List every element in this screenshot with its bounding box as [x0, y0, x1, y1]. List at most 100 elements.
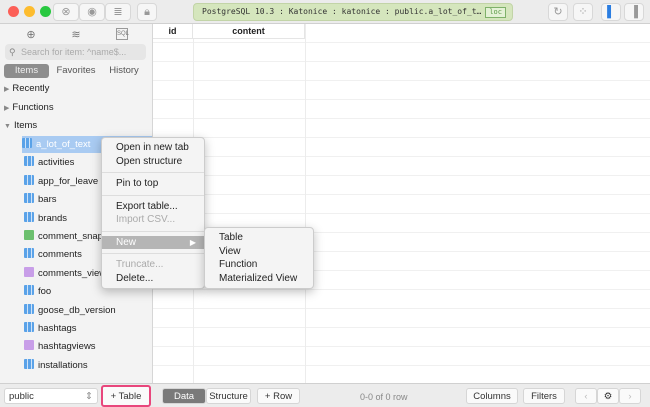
disclosure-right-icon: ▶ — [4, 86, 10, 93]
item-label: comments_view — [38, 267, 107, 279]
sidebar-item[interactable]: hashtags — [24, 320, 154, 337]
menu-separator — [102, 230, 204, 232]
table-icon — [24, 248, 34, 259]
schema-value: public — [9, 391, 34, 402]
menu-item[interactable]: Open in new tab — [102, 141, 204, 155]
group-recently[interactable]: ▶ Recently — [4, 83, 49, 94]
connection-label: PostgreSQL 10.3 : Katonice : katonice : … — [202, 7, 482, 16]
item-label: hashtagviews — [38, 341, 96, 353]
item-label: installations — [38, 359, 88, 371]
submenu-arrow-icon: ▶ — [189, 237, 196, 247]
table-icon — [24, 322, 34, 332]
view-icon — [24, 340, 34, 351]
item-label: bars — [38, 194, 57, 206]
table-icon — [22, 138, 32, 148]
columns-button[interactable]: Columns — [466, 388, 518, 404]
new-submenu: Table View Function Materialized View — [204, 227, 314, 289]
menu-item-label: Truncate... — [116, 259, 164, 270]
menu-separator — [102, 253, 204, 254]
submenu-item[interactable]: Table — [205, 231, 313, 245]
gear-icon[interactable]: ⚙ — [597, 388, 619, 404]
table-icon — [24, 174, 34, 185]
submenu-item[interactable]: View — [205, 245, 313, 259]
menu-item: Truncate... — [102, 258, 204, 272]
item-label: activities — [38, 157, 75, 169]
add-table-button[interactable]: + Table — [101, 385, 151, 407]
sidebar-item[interactable]: installations — [24, 357, 154, 374]
item-label: brands — [38, 212, 68, 224]
bottom-bar: public ⇕ + Table Data Structure + Row 0-0… — [0, 383, 650, 407]
toggle-right-panel-icon[interactable]: ▐ — [624, 3, 644, 21]
menu-item[interactable]: Pin to top — [102, 177, 204, 191]
connection-icon[interactable]: ⊕ — [25, 28, 37, 41]
row-count: 0-0 of 0 row — [360, 392, 408, 402]
disclosure-down-icon: ▼ — [4, 123, 11, 130]
item-label: app_for_leave — [38, 175, 99, 187]
menu-item[interactable]: Open structure — [102, 155, 204, 169]
matview-icon — [24, 230, 34, 240]
grid-icon[interactable]: ⁘ — [573, 3, 593, 21]
disclosure-right-icon: ▶ — [4, 105, 10, 112]
item-label: comments — [38, 249, 82, 261]
item-label: comment_snap — [38, 231, 103, 242]
stop-icon[interactable]: ⊗ — [53, 3, 79, 21]
menu-item-label: Pin to top — [116, 178, 159, 189]
menu-item[interactable]: New ▶ — [102, 235, 204, 249]
sidebar-item[interactable]: goose_db_version — [24, 302, 154, 319]
close-window-button[interactable] — [8, 6, 19, 17]
menu-item-label: New — [116, 236, 137, 248]
tab-data[interactable]: Data — [162, 388, 206, 404]
menu-item-label: Open structure — [116, 155, 183, 167]
search-placeholder: Search for item: ^name$... — [21, 47, 127, 57]
menu-item: Import CSV... — [102, 213, 204, 227]
stepper-icon: ⇕ — [85, 391, 93, 402]
table-icon — [24, 303, 34, 314]
minimize-window-button[interactable] — [24, 6, 35, 17]
menu-item[interactable]: Export table... — [102, 200, 204, 214]
sql-icon[interactable]: SQL — [116, 28, 129, 40]
database-icon[interactable]: ≋ — [70, 28, 82, 41]
context-menu: Open in new tab Open structure Pin to top E… — [101, 137, 205, 289]
view-icon — [24, 266, 34, 277]
item-label: foo — [38, 286, 52, 298]
menu-item[interactable]: Delete... — [102, 272, 204, 286]
sql-editor-icon[interactable]: ≣ — [105, 3, 131, 21]
zoom-window-button[interactable] — [40, 6, 51, 17]
add-row-button[interactable]: + Row — [257, 388, 300, 404]
preview-eye-icon[interactable]: ◉ — [79, 3, 105, 21]
tab-structure[interactable]: Structure — [206, 388, 251, 404]
group-label: Items — [13, 120, 38, 131]
column-header-content[interactable]: content — [193, 24, 305, 39]
menu-item-label: Import CSV... — [116, 214, 176, 225]
item-label: a_lot_of_text — [36, 139, 91, 150]
next-page-icon[interactable]: › — [619, 388, 641, 404]
item-label: goose_db_version — [38, 304, 116, 316]
prev-page-icon[interactable]: ‹ — [575, 388, 597, 404]
lock-icon[interactable]: 🔒︎ — [137, 3, 157, 21]
group-items[interactable]: ▼ Items — [4, 120, 37, 131]
submenu-item[interactable]: Function — [205, 258, 313, 272]
tab-history[interactable]: History — [102, 64, 146, 78]
data-grid[interactable]: id content — [153, 24, 650, 383]
table-icon — [24, 358, 34, 369]
submenu-item[interactable]: Materialized View — [205, 272, 313, 286]
tab-items[interactable]: Items — [4, 64, 49, 78]
table-icon — [24, 156, 34, 167]
menu-item-label: Export table... — [116, 200, 178, 212]
sidebar-item[interactable]: hashtagviews — [24, 338, 154, 355]
reload-icon[interactable]: ↻ — [548, 3, 568, 21]
toggle-left-panel-icon[interactable]: ▌ — [601, 3, 621, 21]
table-icon — [24, 285, 34, 296]
group-functions[interactable]: ▶ Functions — [4, 102, 54, 113]
group-label: Recently — [12, 83, 50, 94]
tab-favorites[interactable]: Favorites — [52, 64, 100, 78]
loc-badge: loc — [485, 7, 506, 18]
filters-button[interactable]: Filters — [523, 388, 565, 404]
schema-select[interactable]: public ⇕ — [4, 388, 98, 404]
group-label: Functions — [12, 102, 54, 113]
menu-item-label: Delete... — [116, 272, 154, 284]
connection-info: PostgreSQL 10.3 : Katonice : katonice : … — [193, 3, 513, 21]
item-label: hashtags — [38, 323, 77, 334]
search-input[interactable]: ⚲ Search for item: ^name$... — [5, 44, 146, 60]
column-header-id[interactable]: id — [153, 24, 193, 39]
